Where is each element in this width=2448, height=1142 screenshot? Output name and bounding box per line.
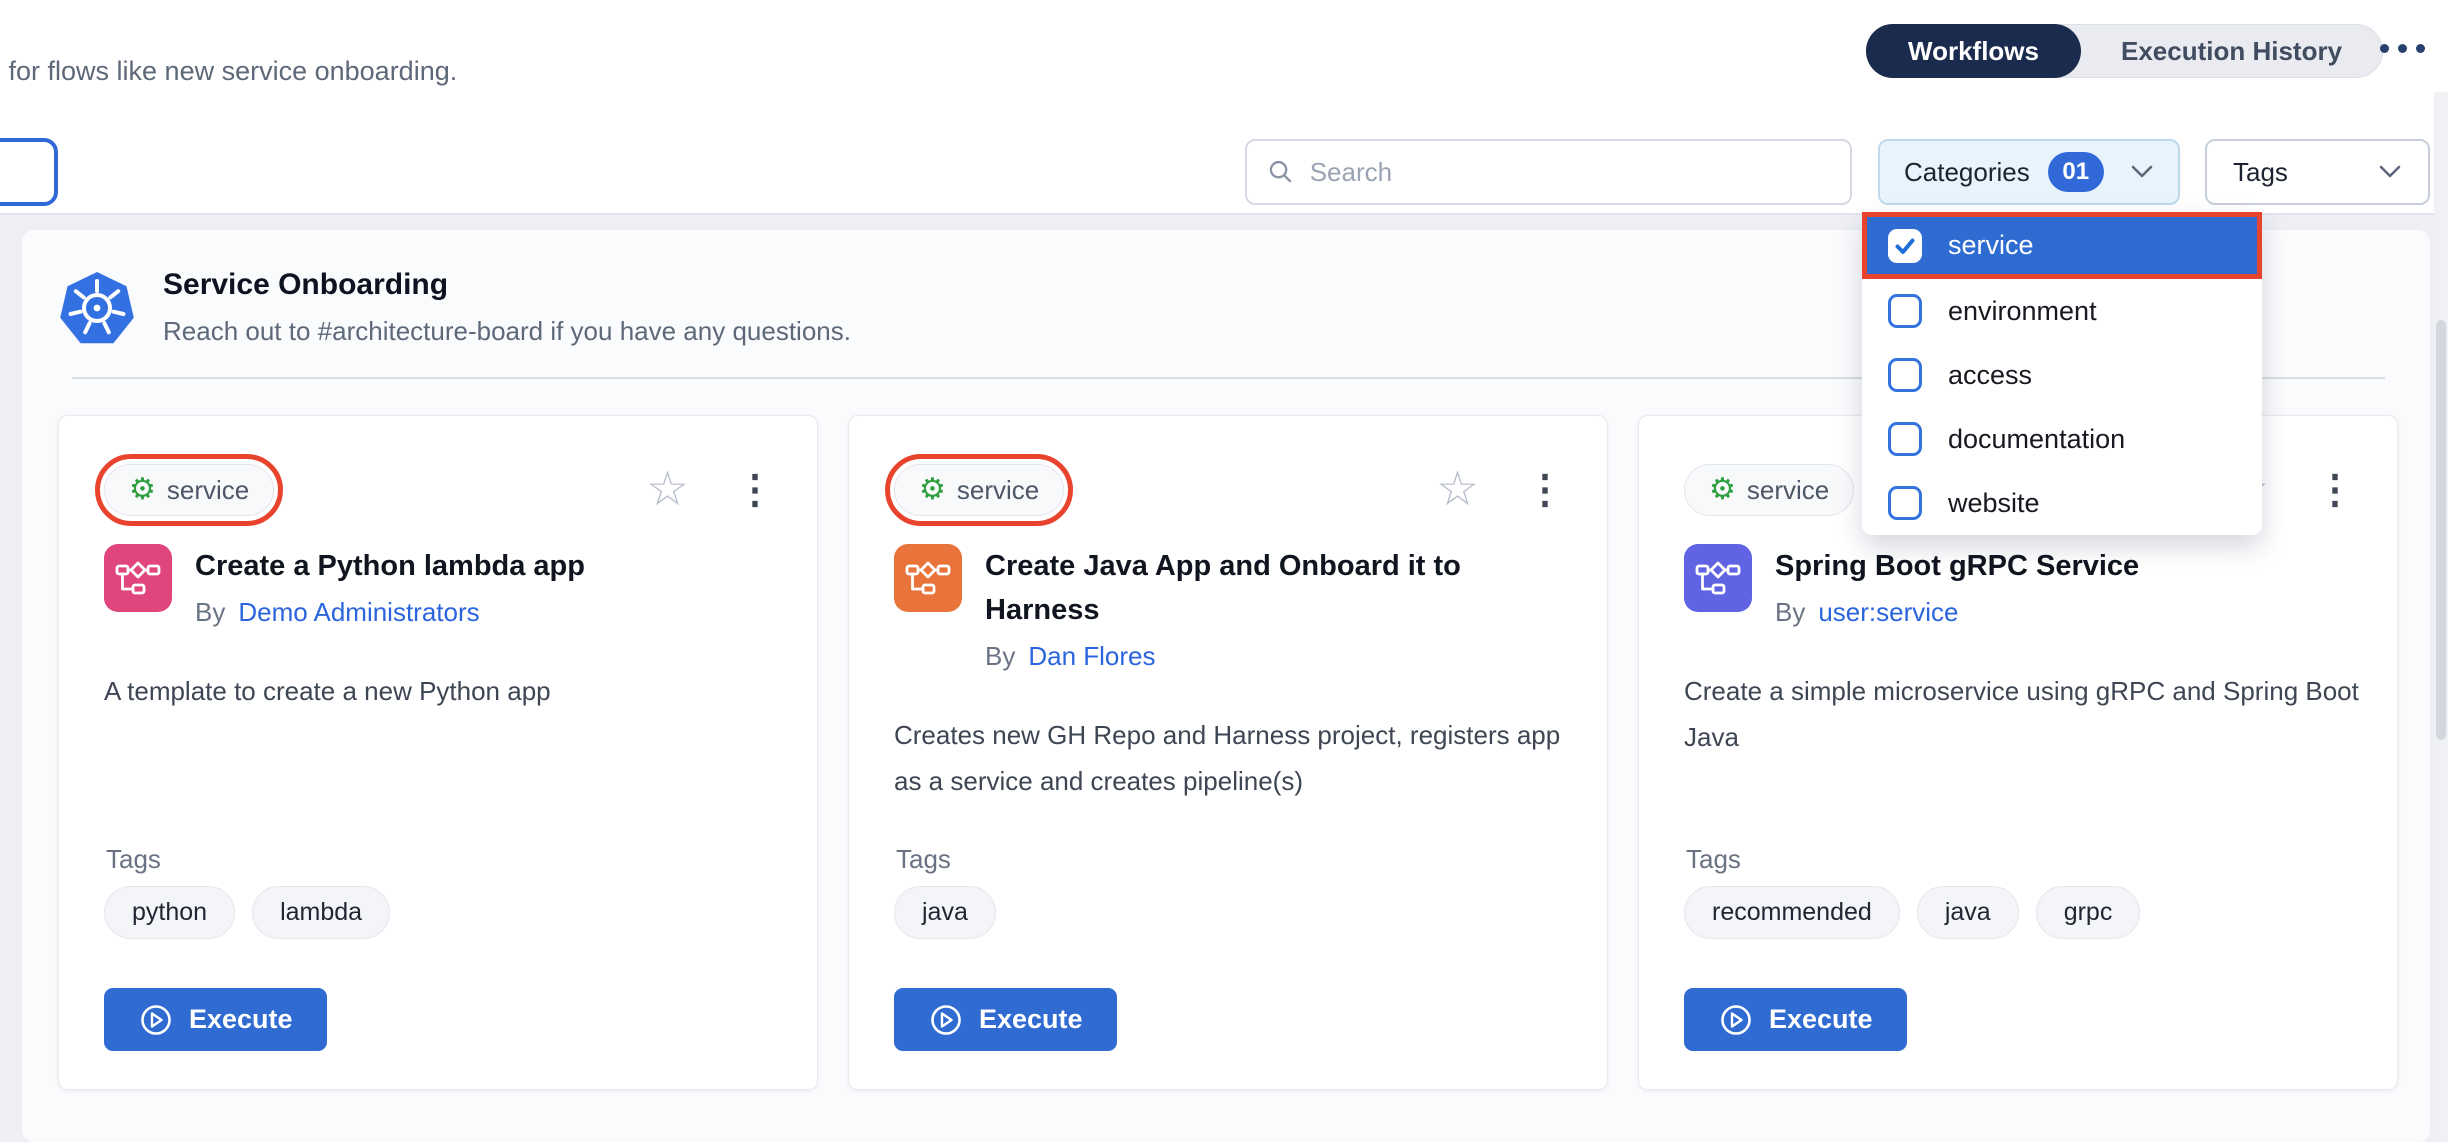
tags-section-label: Tags — [106, 844, 161, 875]
dropdown-option-label: website — [1948, 488, 2040, 519]
workflow-icon — [104, 544, 172, 612]
chevron-down-icon — [2378, 164, 2402, 180]
category-chip-label: service — [1747, 475, 1829, 506]
dropdown-option-label: service — [1948, 230, 2034, 261]
tag-chip: recommended — [1684, 886, 1900, 939]
workflow-card-java-onboard: ⚙ service ☆ ⋮ Cr — [848, 415, 1608, 1090]
tag-chip: lambda — [252, 886, 390, 939]
kebab-menu-icon[interactable]: ⋮ — [1519, 470, 1571, 510]
dropdown-option-label: environment — [1948, 296, 2097, 327]
tab-execution-history-label: Execution History — [2121, 36, 2342, 66]
checkbox-unchecked-icon[interactable] — [1888, 294, 1922, 328]
category-chip: ⚙ service — [1684, 464, 1854, 516]
card-title: Spring Boot gRPC Service — [1775, 544, 2355, 588]
dropdown-option-service[interactable]: service — [1862, 212, 2262, 279]
execute-label: Execute — [189, 1004, 293, 1035]
ellipsis-dot — [2380, 44, 2389, 53]
kubernetes-icon — [60, 270, 134, 350]
ellipsis-dot — [2398, 44, 2407, 53]
dropdown-option-website[interactable]: website — [1862, 471, 2262, 535]
by-label: By — [985, 638, 1015, 674]
execute-label: Execute — [979, 1004, 1083, 1035]
execute-label: Execute — [1769, 1004, 1873, 1035]
category-chip-label: service — [167, 475, 249, 506]
category-chip: ⚙ service — [894, 464, 1064, 516]
play-circle-icon — [1718, 1002, 1754, 1038]
card-title: Create a Python lambda app — [195, 544, 775, 588]
tag-chip: java — [1917, 886, 2019, 939]
tab-workflows[interactable]: Workflows — [1866, 24, 2081, 78]
scrollbar-thumb[interactable] — [2436, 320, 2446, 740]
search-icon — [1267, 157, 1295, 187]
tag-chip: python — [104, 886, 235, 939]
gear-icon: ⚙ — [1709, 475, 1736, 505]
search-input[interactable] — [1310, 157, 1830, 188]
vertical-scrollbar[interactable] — [2434, 92, 2448, 1142]
partial-left-button[interactable] — [0, 138, 58, 206]
card-description: Creates new GH Repo and Harness project,… — [894, 712, 1569, 804]
tags-dropdown-button[interactable]: Tags — [2205, 139, 2430, 205]
tags-section-label: Tags — [1686, 844, 1741, 875]
categories-count-badge: 01 — [2048, 152, 2104, 192]
author-link[interactable]: Dan Flores — [1028, 638, 1155, 674]
tab-execution-history[interactable]: Execution History — [2081, 36, 2382, 67]
by-label: By — [195, 594, 225, 630]
checkbox-unchecked-icon[interactable] — [1888, 422, 1922, 456]
dropdown-option-access[interactable]: access — [1862, 343, 2262, 407]
tag-chip: grpc — [2036, 886, 2141, 939]
author-link[interactable]: Demo Administrators — [238, 594, 479, 630]
category-chip: ⚙ service — [104, 464, 274, 516]
dropdown-option-documentation[interactable]: documentation — [1862, 407, 2262, 471]
tag-chip: java — [894, 886, 996, 939]
dropdown-option-label: documentation — [1948, 424, 2125, 455]
tags-label: Tags — [2233, 157, 2288, 188]
categories-label: Categories — [1904, 157, 2030, 188]
checkbox-unchecked-icon[interactable] — [1888, 358, 1922, 392]
by-label: By — [1775, 594, 1805, 630]
checkbox-checked-icon[interactable] — [1888, 229, 1922, 263]
section-title: Service Onboarding — [163, 268, 448, 302]
play-circle-icon — [928, 1002, 964, 1038]
categories-dropdown-button[interactable]: Categories 01 — [1878, 139, 2180, 205]
chevron-down-icon — [2130, 164, 2154, 180]
favorite-star-icon[interactable]: ☆ — [1436, 466, 1479, 514]
categories-dropdown-panel: service environment access documentation… — [1862, 212, 2262, 535]
workflow-card-python-lambda: ⚙ service ☆ ⋮ Cr — [58, 415, 818, 1090]
dropdown-option-label: access — [1948, 360, 2032, 391]
workflow-icon — [894, 544, 962, 612]
kebab-menu-icon[interactable]: ⋮ — [2309, 470, 2361, 510]
execute-button[interactable]: Execute — [1684, 988, 1907, 1051]
more-options-button[interactable] — [2380, 44, 2425, 53]
card-description: Create a simple microservice using gRPC … — [1684, 668, 2359, 760]
execute-button[interactable]: Execute — [894, 988, 1117, 1051]
tags-section-label: Tags — [896, 844, 951, 875]
author-link[interactable]: user:service — [1818, 594, 1958, 630]
section-subtitle: Reach out to #architecture-board if you … — [163, 316, 851, 347]
card-description: A template to create a new Python app — [104, 668, 779, 714]
kebab-menu-icon[interactable]: ⋮ — [729, 470, 781, 510]
gear-icon: ⚙ — [919, 475, 946, 505]
card-title: Create Java App and Onboard it to Harnes… — [985, 544, 1565, 632]
view-toggle: Workflows Execution History — [1866, 24, 2383, 78]
category-chip-label: service — [957, 475, 1039, 506]
page-tagline: e for flows like new service onboarding. — [0, 56, 457, 87]
execute-button[interactable]: Execute — [104, 988, 327, 1051]
favorite-star-icon[interactable]: ☆ — [646, 466, 689, 514]
dropdown-option-environment[interactable]: environment — [1862, 279, 2262, 343]
play-circle-icon — [138, 1002, 174, 1038]
checkbox-unchecked-icon[interactable] — [1888, 486, 1922, 520]
workflow-icon — [1684, 544, 1752, 612]
search-box[interactable] — [1245, 139, 1852, 205]
ellipsis-dot — [2416, 44, 2425, 53]
tab-workflows-label: Workflows — [1908, 36, 2039, 67]
gear-icon: ⚙ — [129, 475, 156, 505]
